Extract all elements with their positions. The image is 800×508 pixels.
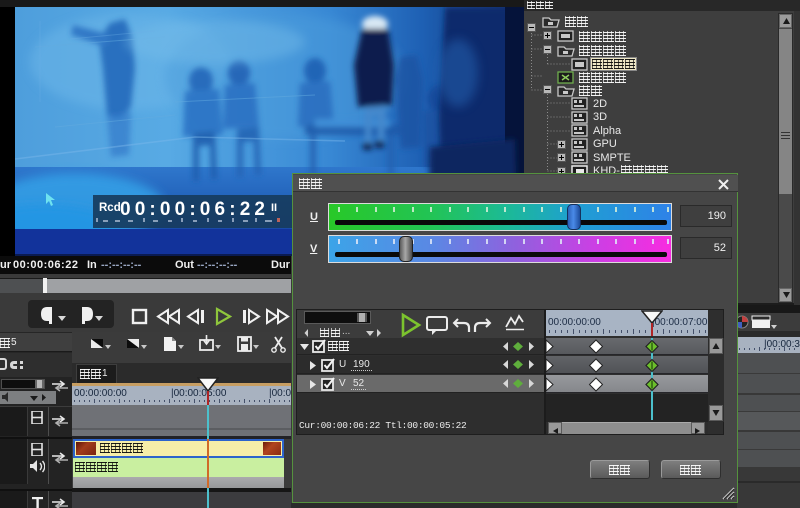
svg-text:Rcd: Rcd — [99, 202, 121, 214]
svg-text:00:00:06:22: 00:00:06:22 — [120, 199, 265, 220]
svg-text:II: II — [271, 202, 277, 214]
